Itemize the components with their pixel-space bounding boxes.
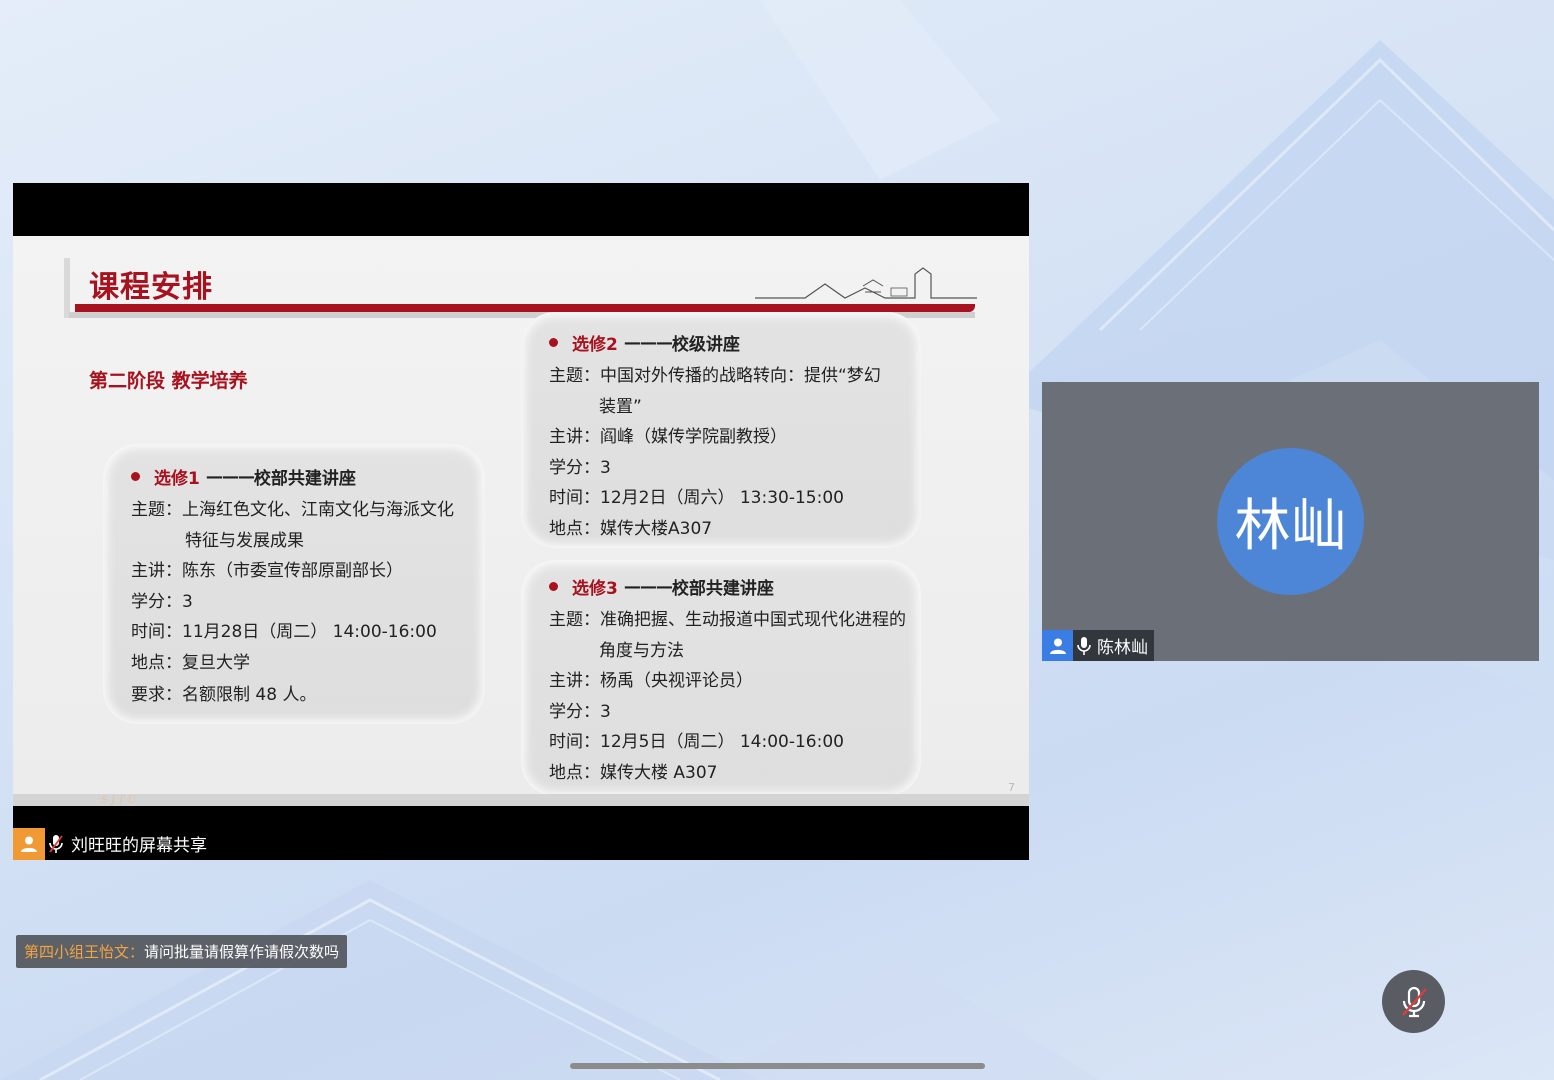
- user-icon: [13, 827, 45, 860]
- card-line: 地点：媒传大楼 A307: [549, 762, 718, 783]
- card-header: 选修2 ——— 校级讲座: [549, 330, 921, 355]
- card-line: 学分：3: [549, 457, 611, 478]
- screen-share-label: 刘旺旺的屏幕共享: [13, 827, 207, 860]
- chat-sender: 第四小组王怡文：: [24, 943, 145, 961]
- card-line: 主讲：阎峰（媒传学院副教授）: [549, 427, 787, 447]
- slide-title: 课程安排: [89, 270, 213, 305]
- card-line: 特征与发展成果: [185, 530, 304, 551]
- user-icon: [1042, 630, 1073, 661]
- bullet-icon: [549, 338, 558, 347]
- slide-footer-bar: [13, 794, 1029, 806]
- card-line: 要求：名额限制 48 人。: [131, 685, 317, 705]
- card-line: 装置”: [599, 396, 642, 417]
- slide-footer-text: SJTU: [101, 795, 139, 806]
- title-underline: [75, 304, 975, 312]
- card-tag: 选修1: [154, 469, 200, 489]
- share-owner-label: 刘旺旺的屏幕共享: [71, 836, 207, 856]
- mic-muted-icon: [1401, 986, 1427, 1017]
- home-indicator[interactable]: [570, 1063, 985, 1069]
- card-tag: 选修3: [572, 579, 618, 599]
- avatar: 林屾: [1217, 448, 1364, 595]
- bullet-icon: [549, 582, 558, 591]
- chat-message-text: 请问批量请假算作请假次数吗: [144, 943, 340, 961]
- card-line: 学分：3: [549, 701, 611, 722]
- card-line: 主讲：杨禹（央视评论员）: [549, 671, 753, 691]
- card-line: 地点：复旦大学: [131, 652, 250, 673]
- card-line: 角度与方法: [599, 640, 684, 661]
- card-line: 主题：中国对外传播的战略转向：提供“梦幻: [549, 366, 881, 386]
- participant-label: 陈林屾: [1042, 630, 1154, 661]
- card-dash: ———: [623, 576, 673, 597]
- course-card-elective-3: 选修3 ——— 校部共建讲座 主题：准确把握、生动报道中国式现代化进程的 角度与…: [521, 560, 921, 796]
- card-dash: ———: [205, 466, 255, 487]
- course-card-elective-2: 选修2 ——— 校级讲座 主题：中国对外传播的战略转向：提供“梦幻 装置” 主讲…: [521, 312, 921, 548]
- shared-screen[interactable]: 课程安排 第二阶段 教学培养 选修1 ——— 校部共建讲座 主题：上海红色文化、…: [13, 183, 1029, 860]
- participant-name: 陈林屾: [1097, 638, 1148, 658]
- card-kind: 校部共建讲座: [253, 469, 356, 489]
- card-line: 学分：3: [131, 591, 193, 612]
- mic-muted-icon: [45, 828, 67, 860]
- card-line: 主题：上海红色文化、江南文化与海派文化: [131, 500, 454, 520]
- stage-heading: 第二阶段 教学培养: [89, 370, 248, 392]
- card-line: 时间：11月28日（周二） 14:00-16:00: [131, 622, 437, 642]
- card-line: 时间：12月5日（周二） 14:00-16:00: [549, 732, 844, 752]
- course-card-elective-1: 选修1 ——— 校部共建讲座 主题：上海红色文化、江南文化与海派文化 特征与发展…: [103, 444, 485, 724]
- card-line: 地点：媒传大楼A307: [549, 518, 713, 539]
- mic-icon: [1073, 630, 1095, 662]
- card-line: 主题：准确把握、生动报道中国式现代化进程的: [549, 610, 906, 630]
- mute-toggle-button[interactable]: [1382, 970, 1445, 1033]
- card-line: 主讲：陈东（市委宣传部原副部长）: [131, 561, 403, 581]
- participant-video-tile[interactable]: 林屾 陈林屾: [1042, 382, 1539, 661]
- card-line: 时间：12月2日（周六） 13:30-15:00: [549, 488, 844, 508]
- card-header: 选修3 ——— 校部共建讲座: [549, 574, 921, 599]
- bullet-icon: [131, 472, 140, 481]
- card-dash: ———: [623, 332, 673, 353]
- card-header: 选修1 ——— 校部共建讲座: [131, 464, 485, 489]
- chat-message-bubble[interactable]: 第四小组王怡文： 请问批量请假算作请假次数吗: [16, 935, 348, 968]
- card-kind: 校部共建讲座: [671, 579, 774, 599]
- card-tag: 选修2: [572, 335, 618, 355]
- campus-skyline-logo: [755, 267, 977, 299]
- title-accent-bar: [64, 258, 70, 318]
- page-number: 7: [1008, 781, 1015, 794]
- card-kind: 校级讲座: [671, 335, 740, 355]
- presentation-slide: 课程安排 第二阶段 教学培养 选修1 ——— 校部共建讲座 主题：上海红色文化、…: [13, 236, 1029, 806]
